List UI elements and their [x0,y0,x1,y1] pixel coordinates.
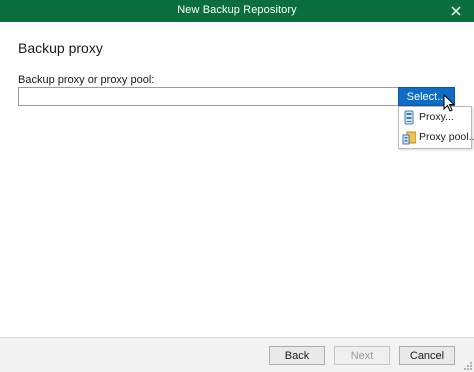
close-button[interactable] [444,0,468,22]
proxy-field-label: Backup proxy or proxy pool: [18,74,155,86]
cancel-button[interactable]: Cancel [399,346,455,365]
title-bar: New Backup Repository [0,0,474,22]
proxy-server-icon [404,110,414,125]
page-heading: Backup proxy [18,40,103,56]
mouse-cursor-icon [443,94,456,112]
back-button[interactable]: Back [269,346,325,365]
menu-item-label: Proxy pool... [419,131,474,143]
menu-item-proxy[interactable]: Proxy... [399,108,471,127]
proxy-input[interactable] [18,87,400,106]
resize-grip-icon[interactable] [464,362,472,370]
proxy-pool-icon [402,131,416,145]
next-button[interactable]: Next [334,346,390,365]
close-icon [451,6,461,16]
select-dropdown-menu: Proxy... Proxy pool... [398,106,474,149]
menu-item-proxy-pool[interactable]: Proxy pool... [399,128,474,147]
window-title: New Backup Repository [177,4,297,16]
